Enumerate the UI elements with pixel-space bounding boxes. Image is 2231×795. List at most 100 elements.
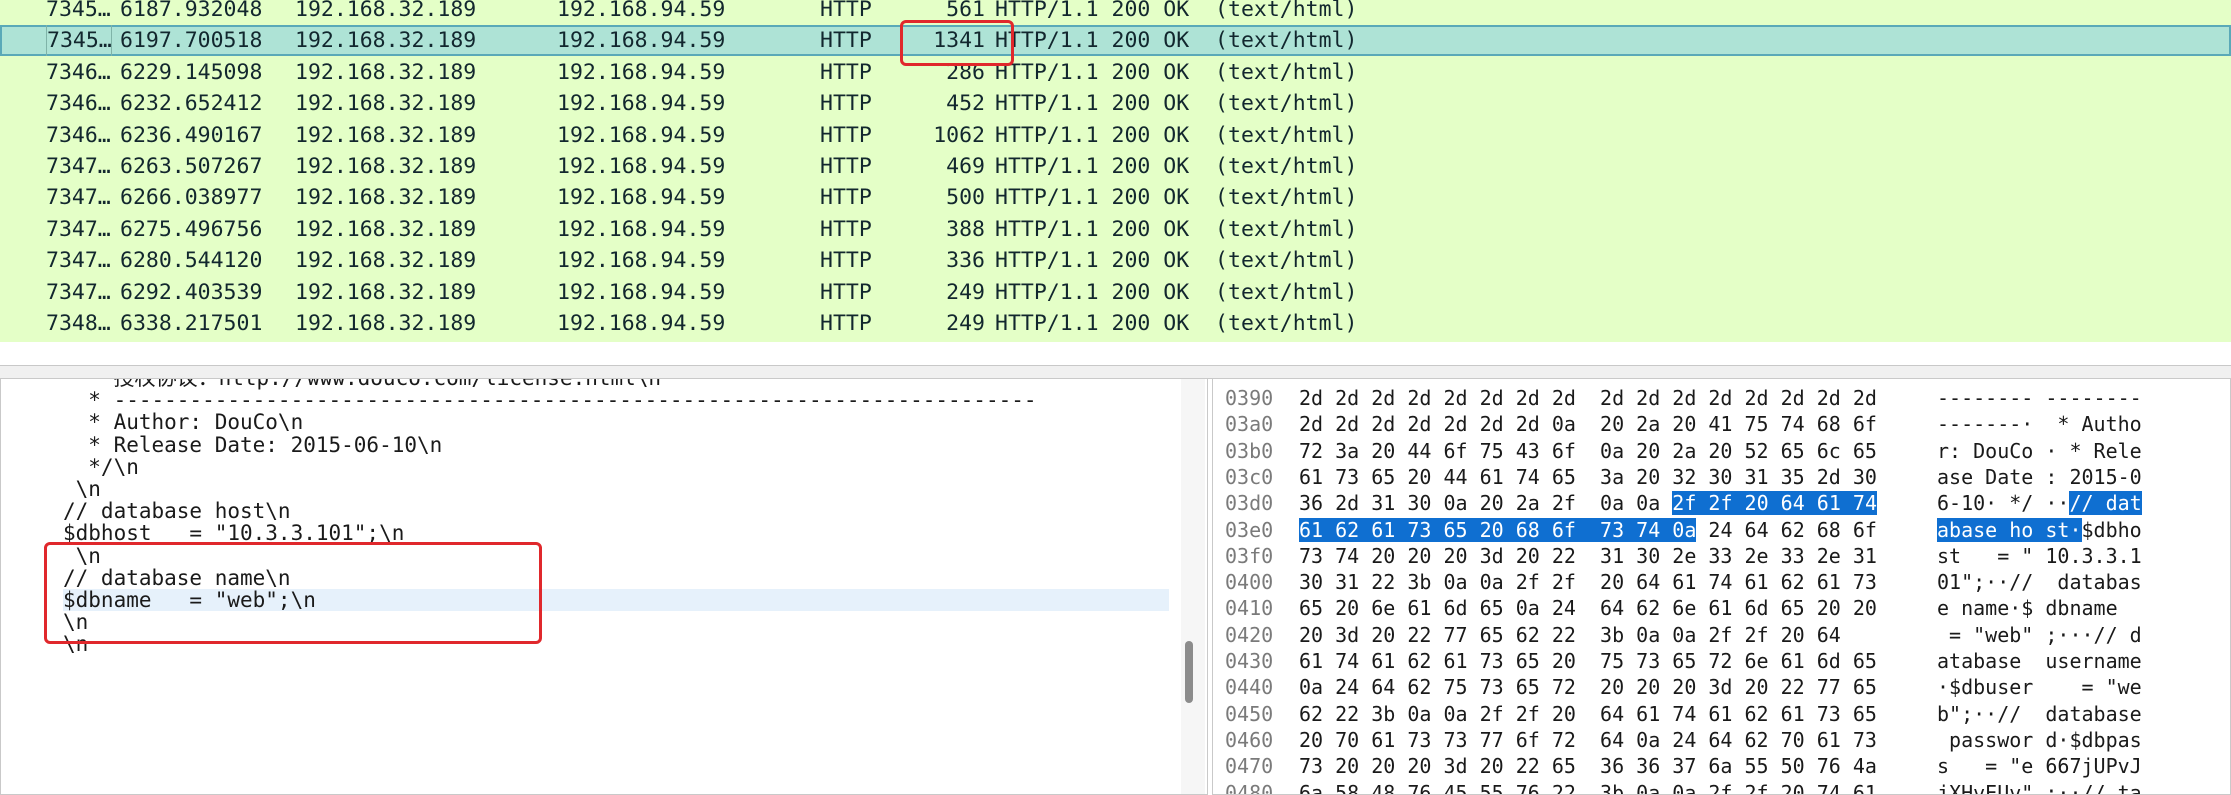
packet-length: 336 — [946, 248, 985, 274]
packet-info: HTTP/1.1 200 OK (text/html) — [995, 185, 1358, 211]
packet-time: 6236.490167 — [120, 122, 263, 148]
byte-run: 73 20 20 20 3d 20 22 65 36 36 37 6a 55 5… — [1299, 754, 1877, 779]
packet-row[interactable]: 7347… 6280.544120 192.168.32.189 192.168.94… — [0, 245, 2231, 276]
packet-time: 6229.145098 — [120, 59, 263, 85]
packet-info: HTTP/1.1 200 OK (text/html) — [995, 0, 1358, 22]
hex-bytes: 0a 24 64 62 75 73 65 72 20 20 20 3d 20 2… — [1299, 674, 1877, 700]
hex-ascii: st = " 10.3.3.1 — [1937, 543, 2142, 569]
packet-destination: 192.168.94.59 — [557, 122, 726, 148]
byte-run: 20 70 61 73 73 77 6f 72 64 0a 24 64 62 7… — [1299, 727, 1877, 752]
hex-ascii: ·$dbuser = "we — [1937, 674, 2142, 700]
hex-offset: 03c0 — [1225, 464, 1274, 489]
hex-ascii: -------- -------- — [1937, 385, 2142, 411]
text-line[interactable]: // database host\n — [63, 500, 1169, 522]
text-line[interactable]: * --------------------------------------… — [63, 389, 1169, 411]
text-line[interactable]: * Author: DouCo\n — [63, 411, 1169, 433]
hex-ascii: s = "e 667jUPvJ — [1937, 753, 2142, 779]
hex-ascii: = "web" ;···// d — [1937, 622, 2142, 648]
byte-run: 24 64 62 68 6f — [1696, 517, 1877, 542]
packet-length: 1062 — [933, 122, 985, 148]
byte-run: 2d 2d 2d 2d 2d 2d 2d 0a 20 2a 20 41 75 7… — [1299, 412, 1877, 437]
text-line[interactable]: */\n — [63, 456, 1169, 478]
packet-protocol: HTTP — [820, 185, 872, 211]
packet-protocol: HTTP — [820, 154, 872, 179]
byte-run: 30 31 22 3b 0a 0a 2f 2f 20 64 61 74 61 6… — [1299, 570, 1877, 595]
packet-destination: 192.168.94.59 — [557, 91, 726, 117]
byte-run: 61 73 65 20 44 61 74 65 3a 20 32 30 31 3… — [1299, 464, 1877, 489]
hex-offset: 03d0 — [1225, 491, 1274, 516]
hex-bytes: 65 20 6e 61 6d 65 0a 24 64 62 6e 61 6d 6… — [1299, 595, 1877, 621]
text-line[interactable]: \n — [63, 478, 1169, 500]
packet-list[interactable]: 7345… 6187.932048 192.168.32.189 192.168.94… — [0, 0, 2231, 365]
packet-source: 192.168.32.189 — [295, 59, 477, 85]
hex-bytes: 61 74 61 62 61 73 65 20 75 73 65 72 6e 6… — [1299, 648, 1877, 674]
packet-number: 7347… — [46, 248, 110, 274]
hex-bytes: 73 20 20 20 3d 20 22 65 36 36 37 6a 55 5… — [1299, 753, 1877, 779]
byte-run: 72 3a 20 44 6f 75 43 6f 0a 20 2a 20 52 6… — [1299, 438, 1877, 463]
packet-time: 6280.544120 — [120, 248, 263, 274]
packet-row[interactable]: 7346… 6232.652412 192.168.32.189 192.168.94… — [0, 88, 2231, 119]
hex-dump-pane[interactable]: 0390 2d 2d 2d 2d 2d 2d 2d 2d 2d 2d 2d 2d … — [1212, 378, 2231, 795]
packet-source: 192.168.32.189 — [295, 311, 477, 336]
byte-run: r: DouCo · * Rele — [1937, 438, 2142, 463]
hex-offset: 0400 — [1225, 570, 1274, 595]
hex-bytes: 62 22 3b 0a 0a 2f 2f 20 64 61 74 61 62 6… — [1299, 701, 1877, 727]
packet-number: 7345… — [46, 25, 112, 57]
vertical-scrollbar[interactable] — [1181, 379, 1205, 794]
hex-offset: 0480 — [1225, 780, 1274, 795]
packet-row[interactable]: 7347… 6292.403539 192.168.32.189 192.168.94… — [0, 277, 2231, 308]
packet-destination: 192.168.94.59 — [557, 154, 726, 179]
byte-run: -------· * Autho — [1937, 412, 2142, 437]
packet-number: 7347… — [46, 279, 110, 305]
packet-protocol: HTTP — [820, 0, 872, 22]
packet-protocol: HTTP — [820, 122, 872, 148]
pane-splitter[interactable] — [0, 365, 2231, 379]
packet-number: 7346… — [46, 91, 110, 117]
packet-row[interactable]: 7347… 6266.038977 192.168.32.189 192.168.94… — [0, 182, 2231, 213]
packet-row[interactable]: 7346… 6236.490167 192.168.32.189 192.168.94… — [0, 120, 2231, 151]
packet-row[interactable]: 7348… 6338.217501 192.168.32.189 192.168.94… — [0, 308, 2231, 339]
packet-info: HTTP/1.1 200 OK (text/html) — [995, 122, 1358, 148]
hex-offset: 0470 — [1225, 754, 1274, 779]
packet-row[interactable]: 7345… 6187.932048 192.168.32.189 192.168.94… — [0, 0, 2231, 25]
hex-offset: 0420 — [1225, 622, 1274, 647]
packet-row[interactable]: 7345… 6197.700518 192.168.32.189 192.168.94… — [0, 25, 2231, 57]
text-line[interactable]: * Release Date: 2015-06-10\n — [63, 433, 1169, 455]
packet-number: 7347… — [46, 185, 110, 211]
byte-run: 6-10· */ ·· — [1937, 491, 2070, 516]
packet-source: 192.168.32.189 — [295, 91, 477, 117]
packet-info: HTTP/1.1 200 OK (text/html) — [995, 216, 1358, 242]
hex-bytes: 6a 58 48 76 45 55 76 22 3b 0a 0a 2f 2f 2… — [1299, 780, 1877, 795]
hex-ascii: abase ho st·$dbho — [1937, 517, 2142, 543]
selected-bytes: 61 62 61 73 65 20 68 6f 73 74 0a — [1299, 517, 1697, 542]
packet-list-empty-area — [0, 342, 2231, 365]
hex-offset: 03b0 — [1225, 438, 1274, 463]
packet-length: 500 — [946, 185, 985, 211]
byte-run: 0a 24 64 62 75 73 65 72 20 20 20 3d 20 2… — [1299, 675, 1877, 700]
packet-source: 192.168.32.189 — [295, 216, 477, 242]
hex-offset: 0390 — [1225, 386, 1274, 410]
packet-number: 7346… — [46, 59, 110, 85]
packet-row[interactable]: 7347… 6275.496756 192.168.32.189 192.168.94… — [0, 214, 2231, 245]
packet-time: 6187.932048 — [120, 0, 263, 22]
packet-destination: 192.168.94.59 — [557, 185, 726, 211]
hex-ascii: atabase username — [1937, 648, 2142, 674]
packet-time: 6266.038977 — [120, 185, 263, 211]
packet-length: 249 — [946, 311, 985, 336]
packet-source: 192.168.32.189 — [295, 154, 477, 179]
packet-row[interactable]: 7347… 6263.507267 192.168.32.189 192.168.94… — [0, 151, 2231, 182]
hex-bytes: 61 62 61 73 65 20 68 6f 73 74 0a 24 64 6… — [1299, 517, 1877, 543]
packet-destination: 192.168.94.59 — [557, 59, 726, 85]
packet-length: 452 — [946, 91, 985, 117]
hex-bytes: 2d 2d 2d 2d 2d 2d 2d 0a 20 2a 20 41 75 7… — [1299, 411, 1877, 437]
packet-time: 6275.496756 — [120, 216, 263, 242]
hex-offset: 0430 — [1225, 649, 1274, 673]
hex-ascii: b";··// database — [1937, 701, 2142, 727]
hex-bytes: 30 31 22 3b 0a 0a 2f 2f 20 64 61 74 61 6… — [1299, 569, 1877, 595]
packet-info: HTTP/1.1 200 OK (text/html) — [995, 279, 1358, 305]
selected-bytes: 2f 2f 20 64 61 74 — [1672, 491, 1877, 516]
packet-row[interactable]: 7346… 6229.145098 192.168.32.189 192.168.94… — [0, 57, 2231, 88]
byte-run: 73 74 20 20 20 3d 20 22 31 30 2e 33 2e 3… — [1299, 543, 1877, 568]
scrollbar-thumb[interactable] — [1185, 641, 1193, 703]
byte-run: st = " 10.3.3.1 — [1937, 543, 2142, 568]
